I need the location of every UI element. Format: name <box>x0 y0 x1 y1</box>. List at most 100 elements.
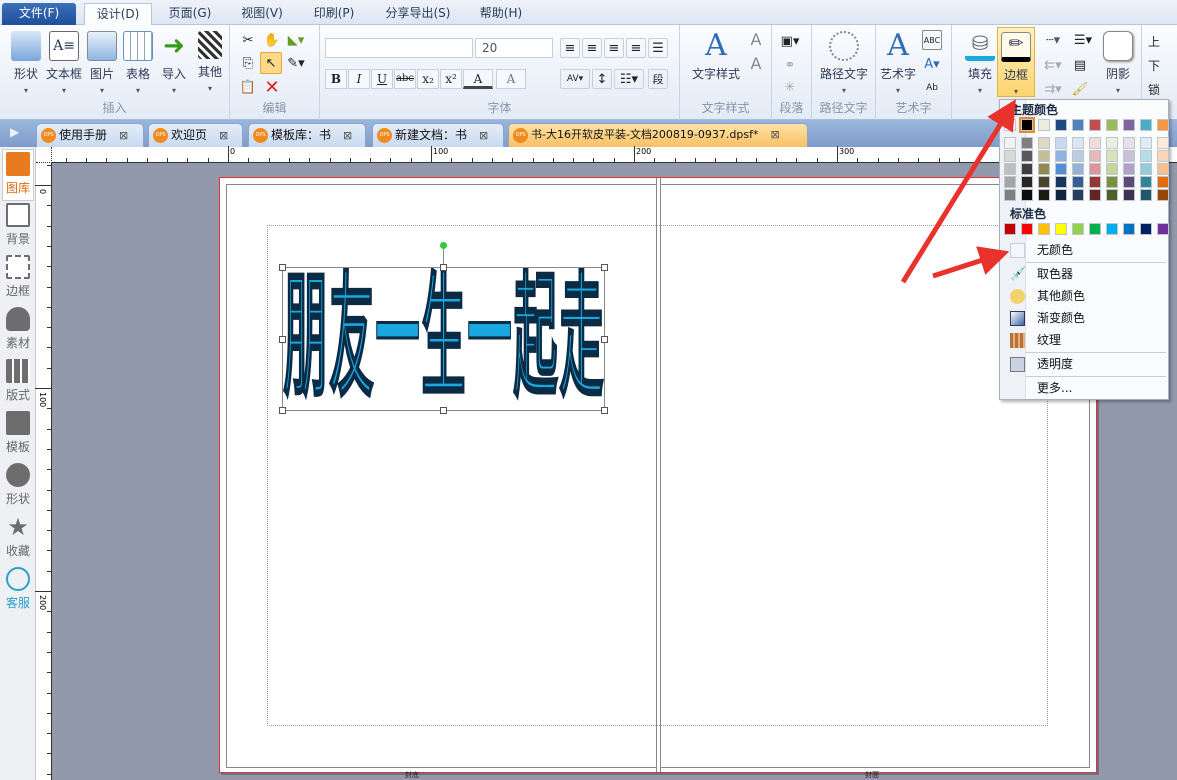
standard-color-swatch[interactable] <box>1072 223 1084 235</box>
select-pointer-icon[interactable]: ↖ <box>260 52 282 74</box>
dash-style-icon[interactable]: ┄▾ <box>1038 30 1068 50</box>
tab-design[interactable]: 设计(D) <box>84 3 152 25</box>
resize-handle[interactable] <box>279 407 286 414</box>
theme-shade-swatch[interactable] <box>1055 137 1067 149</box>
gradient-color-item[interactable]: 渐变颜色 <box>1000 307 1168 329</box>
theme-shade-swatch[interactable] <box>1055 163 1067 175</box>
theme-shade-swatch[interactable] <box>1021 163 1033 175</box>
theme-shade-swatch[interactable] <box>1004 150 1016 162</box>
shape-button[interactable]: 形状 ▾ <box>6 31 46 95</box>
theme-shade-swatch[interactable] <box>1038 150 1050 162</box>
sidebar-item-background[interactable]: 背景 <box>2 201 34 253</box>
close-tab-icon[interactable]: ⊠ <box>343 125 352 147</box>
theme-color-swatch[interactable] <box>1072 119 1084 131</box>
resize-handle[interactable] <box>279 336 286 343</box>
standard-color-swatch[interactable] <box>1021 223 1033 235</box>
tab-view[interactable]: 视图(V) <box>232 3 292 25</box>
text-style-button[interactable]: A 文字样式 <box>686 31 746 82</box>
art-fill-icon[interactable]: A▾ <box>922 54 942 74</box>
doc-tab-active[interactable]: DPS 书-大16开软皮平装-文档200819-0937.dpsf* ⊠ <box>508 123 808 147</box>
align-left-icon[interactable]: ≡ <box>560 38 580 58</box>
font-name-select[interactable] <box>325 38 473 58</box>
theme-shade-swatch[interactable] <box>1004 189 1016 201</box>
theme-shade-swatch[interactable] <box>1038 163 1050 175</box>
close-tab-icon[interactable]: ⊠ <box>119 125 128 147</box>
theme-color-swatch[interactable] <box>1140 119 1152 131</box>
unlink-icon[interactable]: ✳ <box>780 77 800 97</box>
theme-shade-swatch[interactable] <box>1123 163 1135 175</box>
more-item[interactable]: 更多... <box>1000 377 1168 399</box>
standard-color-swatch[interactable] <box>1123 223 1135 235</box>
superscript-button[interactable]: x² <box>440 69 462 89</box>
theme-shade-swatch[interactable] <box>1072 189 1084 201</box>
shape-effect-icon[interactable]: ▤ <box>1070 55 1090 75</box>
standard-color-swatch[interactable] <box>1106 223 1118 235</box>
theme-color-swatch[interactable] <box>1038 119 1050 131</box>
standard-color-swatch[interactable] <box>1004 223 1016 235</box>
theme-shade-swatch[interactable] <box>1140 137 1152 149</box>
theme-shade-swatch[interactable] <box>1072 137 1084 149</box>
theme-shade-swatch[interactable] <box>1038 189 1050 201</box>
crop-icon[interactable]: ◣▾ <box>286 30 306 50</box>
italic-button[interactable]: I <box>348 69 370 89</box>
line-spacing-icon[interactable]: ↕ <box>592 69 612 89</box>
theme-shade-swatch[interactable] <box>1106 189 1118 201</box>
theme-shade-swatch[interactable] <box>1004 137 1016 149</box>
subscript-button[interactable]: x₂ <box>417 69 439 89</box>
theme-shade-swatch[interactable] <box>1072 150 1084 162</box>
theme-shade-swatch[interactable] <box>1089 150 1101 162</box>
theme-shade-swatch[interactable] <box>1123 189 1135 201</box>
vertical-ruler[interactable]: 0 100 200 <box>35 163 52 780</box>
close-tab-icon[interactable]: ⊠ <box>770 124 779 146</box>
theme-shade-swatch[interactable] <box>1106 163 1118 175</box>
theme-color-swatch[interactable] <box>1106 119 1118 131</box>
other-button[interactable]: 其他 ▾ <box>190 31 230 93</box>
theme-shade-swatch[interactable] <box>1038 176 1050 188</box>
theme-shade-swatch[interactable] <box>1038 137 1050 149</box>
border-button[interactable]: ✏ 边框 ▾ <box>997 27 1035 97</box>
theme-shade-swatch[interactable] <box>1106 150 1118 162</box>
theme-shade-swatch[interactable] <box>1140 189 1152 201</box>
theme-shade-swatch[interactable] <box>1089 189 1101 201</box>
sidebar-item-shape[interactable]: 形状 <box>2 461 34 513</box>
theme-shade-swatch[interactable] <box>1140 163 1152 175</box>
theme-shade-swatch[interactable] <box>1021 150 1033 162</box>
standard-color-swatch[interactable] <box>1140 223 1152 235</box>
theme-shade-swatch[interactable] <box>1055 150 1067 162</box>
theme-shade-swatch[interactable] <box>1140 150 1152 162</box>
frame-icon[interactable]: ▣▾ <box>780 31 800 51</box>
font-color-button[interactable]: A <box>463 69 493 89</box>
theme-color-swatch[interactable] <box>1123 119 1135 131</box>
sidebar-item-gallery[interactable]: 图库 <box>2 149 34 201</box>
theme-color-swatch[interactable] <box>1004 119 1016 131</box>
tab-print[interactable]: 印刷(P) <box>304 3 364 25</box>
no-color-item[interactable]: 无颜色 <box>1000 239 1168 261</box>
theme-color-swatch[interactable] <box>1089 119 1101 131</box>
rotate-handle[interactable] <box>440 242 447 249</box>
lock-button[interactable]: 锁 <box>1148 81 1160 98</box>
theme-color-swatch[interactable] <box>1019 117 1035 133</box>
standard-color-swatch[interactable] <box>1089 223 1101 235</box>
tab-page[interactable]: 页面(G) <box>160 3 220 25</box>
align-center-icon[interactable]: ≡ <box>582 38 602 58</box>
line-weight-icon[interactable]: ☰▾ <box>1068 30 1098 50</box>
cut-icon[interactable]: ✂ <box>238 30 258 50</box>
abc-edit-icon[interactable]: ABC <box>922 30 942 50</box>
close-tab-icon[interactable]: ⊠ <box>479 125 488 147</box>
theme-color-swatch[interactable] <box>1055 119 1067 131</box>
path-text-button[interactable]: 路径文字 ▾ <box>816 31 872 95</box>
theme-shade-swatch[interactable] <box>1004 163 1016 175</box>
delete-icon[interactable]: ✕ <box>262 77 282 98</box>
underline-button[interactable]: U <box>371 69 393 89</box>
bold-button[interactable]: B <box>325 69 347 89</box>
columns-icon[interactable]: ☷▾ <box>614 69 644 89</box>
char-spacing-icon[interactable]: AV▾ <box>560 69 590 89</box>
text-grow-icon[interactable]: A <box>746 29 766 49</box>
theme-shade-swatch[interactable] <box>1106 137 1118 149</box>
theme-shade-swatch[interactable] <box>1072 176 1084 188</box>
theme-shade-swatch[interactable] <box>1123 150 1135 162</box>
standard-color-swatch[interactable] <box>1055 223 1067 235</box>
sidebar-item-template[interactable]: 模板 <box>2 409 34 461</box>
strikethrough-button[interactable]: abc <box>394 69 416 89</box>
line-end-icon[interactable]: ⇉▾ <box>1038 79 1068 99</box>
